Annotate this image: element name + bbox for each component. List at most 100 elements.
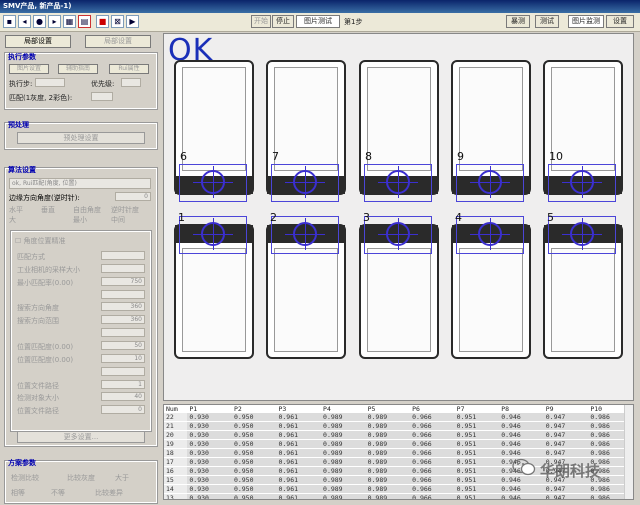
match-mode-field[interactable]	[91, 92, 113, 101]
table-cell: 0.961	[276, 484, 322, 494]
settings-button[interactable]: 设置	[606, 15, 634, 28]
exec-step-field[interactable]	[35, 78, 65, 87]
left-panel: 局部设置 局部设置 执行参数 图片设置 辅助指南 Rui属性 执行步: 优先级:…	[3, 33, 160, 505]
scheme-option-diff[interactable]: 比较差异	[95, 488, 123, 498]
prev-icon[interactable]: ◂	[18, 15, 31, 28]
table-row[interactable]: 19 0.930 0.950 0.961 0.989 0.989 0.966 0.951 0.9…	[164, 439, 633, 449]
table-cell: 21	[164, 421, 188, 431]
tab-image-settings[interactable]: 图片设置	[9, 64, 49, 74]
column-header[interactable]: P5	[365, 405, 411, 413]
scheme-option-gray[interactable]: 比较灰度	[67, 473, 95, 483]
param-field[interactable]	[101, 251, 145, 260]
column-header[interactable]: P2	[231, 405, 277, 413]
start-button[interactable]: 开始	[251, 15, 271, 28]
title-bar: SMV产品, 新产品-1)	[0, 0, 640, 13]
table-cell: 0.989	[321, 475, 366, 485]
table-cell: 0.966	[410, 493, 455, 499]
stop-button[interactable]: 停止	[272, 15, 294, 28]
column-header[interactable]: P9	[543, 405, 589, 413]
table-row[interactable]: 22 0.930 0.950 0.961 0.989 0.989 0.966 0.951 0.9…	[164, 413, 633, 422]
column-header[interactable]: P6	[410, 405, 455, 413]
phone-number: 9	[457, 150, 464, 163]
priority-field[interactable]	[121, 78, 141, 87]
more-settings-button[interactable]: 更多设置...	[17, 431, 145, 443]
scheme-option-greater[interactable]: 大于	[115, 473, 129, 483]
table-cell: 0.966	[410, 430, 455, 440]
param-field[interactable]: 0	[101, 405, 145, 414]
open-icon[interactable]: ▪	[3, 15, 16, 28]
tab-rui-props[interactable]: Rui属性	[109, 64, 149, 74]
crosshair-marker	[562, 218, 602, 250]
phone-screen	[274, 67, 338, 171]
table-cell: 0.946	[499, 439, 544, 449]
param-field[interactable]: 50	[101, 341, 145, 350]
toolbar: ▪ ◂ ● ▸ ▦ ▤ ■ ⊠ ▶ 开始 停止 图片测试 第1步 暴测 测试 图…	[0, 13, 640, 32]
column-header[interactable]: P1	[187, 405, 232, 413]
radio-vertical[interactable]: 垂直	[41, 205, 55, 215]
batch-test-button[interactable]: 暴测	[506, 15, 530, 28]
param-field[interactable]: 360	[101, 302, 145, 311]
layout-icon[interactable]: ▤	[78, 15, 91, 28]
table-cell: 0.951	[454, 457, 500, 467]
scheme-option-unequal[interactable]: 不等	[51, 488, 65, 498]
table-cell: 0.989	[365, 439, 411, 449]
record-icon[interactable]: ●	[33, 15, 46, 28]
table-cell: 0.951	[454, 439, 500, 449]
param-field[interactable]	[101, 328, 145, 337]
image-monitor-button[interactable]: 图片监测	[568, 15, 604, 28]
table-row[interactable]: 20 0.930 0.950 0.961 0.989 0.989 0.966 0.951 0.9…	[164, 430, 633, 440]
param-field[interactable]: 360	[101, 315, 145, 324]
table-row[interactable]: 13 0.930 0.950 0.961 0.989 0.989 0.966 0.951 0.9…	[164, 493, 633, 499]
table-cell: 0.989	[321, 421, 366, 431]
play-icon[interactable]: ▶	[126, 15, 139, 28]
column-header[interactable]: P3	[276, 405, 322, 413]
param-field[interactable]: 40	[101, 392, 145, 401]
scheme-option-compare[interactable]: 检测比较	[11, 473, 39, 483]
phone-screen	[367, 248, 431, 352]
results-table[interactable]: Num P1 P2 P3 P4 P5 P6 P7 P8 P9 P10 22 0.930 0.950 0.9…	[163, 404, 634, 500]
angle-precision-checkbox[interactable]: ☐ 角度位置精准	[15, 236, 66, 246]
param-field[interactable]: 750	[101, 277, 145, 286]
count-large[interactable]: 大	[9, 215, 16, 225]
column-header[interactable]: P4	[321, 405, 366, 413]
param-field[interactable]	[101, 367, 145, 376]
param-field[interactable]	[101, 290, 145, 299]
table-cell: 0.947	[543, 448, 589, 458]
param-field[interactable]: 1	[101, 380, 145, 389]
count-middle[interactable]: 中间	[111, 215, 125, 225]
step-icon[interactable]: ▸	[48, 15, 61, 28]
global-settings-button[interactable]: 局部设置	[85, 35, 151, 48]
param-field[interactable]: 10	[101, 354, 145, 363]
table-cell: 0.961	[276, 466, 322, 476]
column-header[interactable]: P8	[499, 405, 544, 413]
table-scrollbar[interactable]	[624, 405, 633, 499]
image-test-button[interactable]: 图片测试	[296, 15, 340, 28]
grid-icon[interactable]: ▦	[63, 15, 76, 28]
stop-icon[interactable]: ■	[96, 15, 109, 28]
table-row[interactable]: 14 0.930 0.950 0.961 0.989 0.989 0.966 0.951 0.9…	[164, 484, 633, 494]
image-viewer[interactable]: OK 6 1 7 2 8 3 9 4 10 5	[163, 33, 634, 401]
table-cell: 0.961	[276, 421, 322, 431]
preprocess-settings-button[interactable]: 预处理设置	[17, 132, 145, 144]
edge-angle-field[interactable]: 0	[115, 192, 151, 201]
column-header[interactable]: P7	[454, 405, 500, 413]
column-header[interactable]: Num	[164, 405, 188, 413]
table-row[interactable]: 18 0.930 0.950 0.961 0.989 0.989 0.966 0.951 0.9…	[164, 448, 633, 458]
radio-horizontal[interactable]: 水平	[9, 205, 23, 215]
table-cell: 0.946	[499, 421, 544, 431]
table-cell: 0.989	[321, 457, 366, 467]
local-settings-button[interactable]: 局部设置	[5, 35, 71, 48]
tab-assist-guide[interactable]: 辅助指南	[58, 64, 98, 74]
scheme-option-equal[interactable]: 相等	[11, 488, 25, 498]
param-field[interactable]	[101, 264, 145, 273]
table-row[interactable]: 21 0.930 0.950 0.961 0.989 0.989 0.966 0.951 0.9…	[164, 421, 633, 431]
test-button[interactable]: 测试	[535, 15, 559, 28]
window-title: SMV产品, 新产品-1)	[3, 2, 72, 10]
crosshair-marker	[285, 166, 325, 198]
radio-ccw-angle[interactable]: 逆时针度	[111, 205, 139, 215]
count-min[interactable]: 最小	[73, 215, 87, 225]
algorithm-dropdown[interactable]: ok, Rui匹配(角度, 位置)	[9, 178, 151, 189]
radio-free-angle[interactable]: 自由角度	[73, 205, 101, 215]
table-cell: 14	[164, 484, 188, 494]
tool-icon[interactable]: ⊠	[111, 15, 124, 28]
